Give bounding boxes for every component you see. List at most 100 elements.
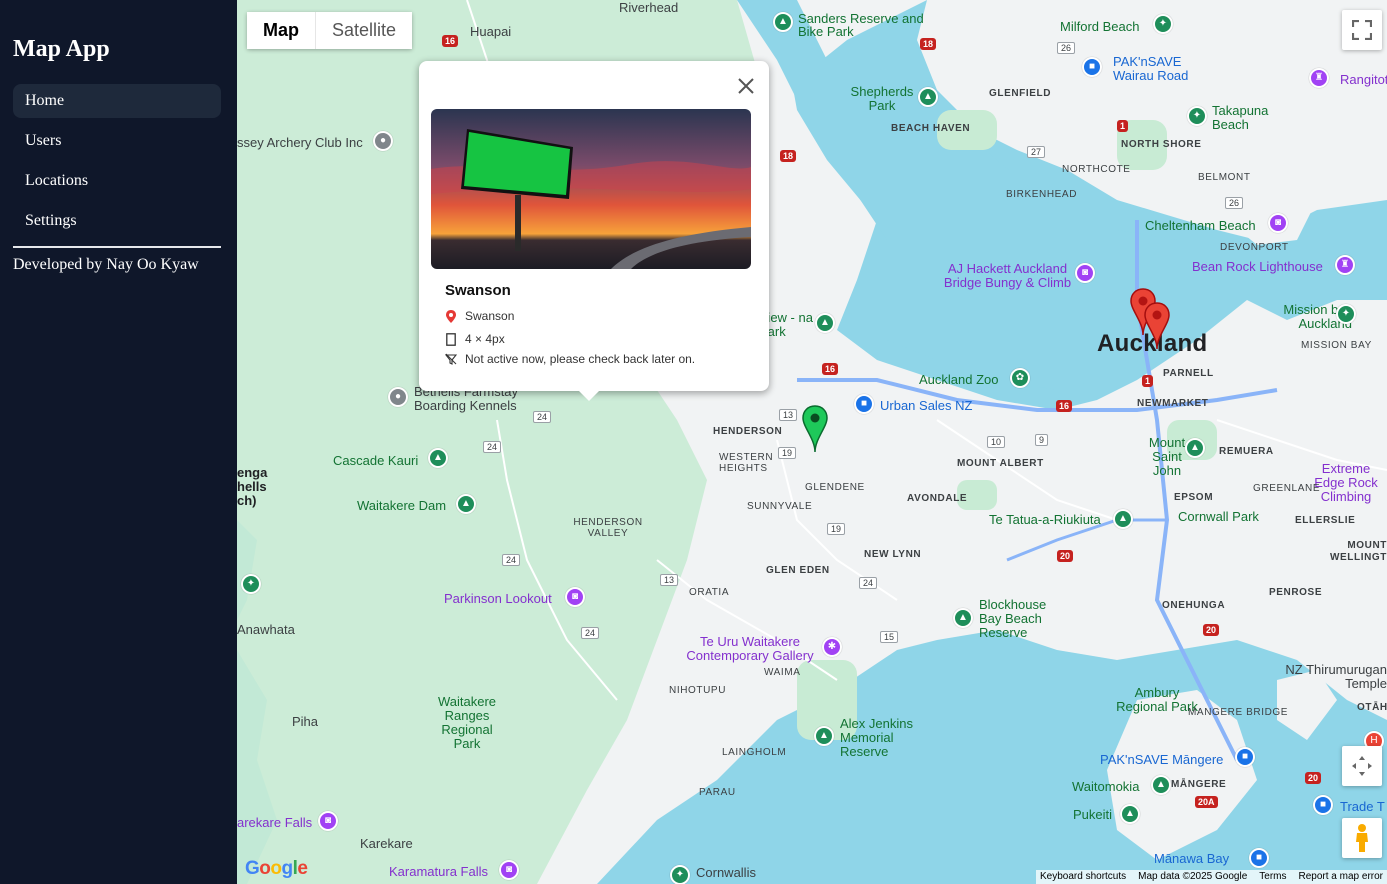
route-shield: 20 xyxy=(1057,550,1074,562)
camera-icon[interactable]: ◙ xyxy=(1075,263,1095,283)
nav-item-users[interactable]: Users xyxy=(13,124,221,158)
label-waima: WAIMA xyxy=(764,667,801,678)
label-rangitoto: Rangitot xyxy=(1340,72,1387,87)
label-nihotupu: NIHOTUPU xyxy=(669,685,727,696)
beach-icon[interactable]: ✦ xyxy=(670,865,690,884)
label-avondale: AVONDALE xyxy=(907,493,968,504)
location-marker-active[interactable] xyxy=(802,405,828,453)
sidebar-divider xyxy=(13,246,221,248)
label-shepherds: Shepherds Park xyxy=(850,84,914,113)
google-logo[interactable]: Google xyxy=(245,858,308,880)
location-marker[interactable] xyxy=(1144,302,1170,350)
map-canvas[interactable]: Riverhead Huapai Sanders Reserve and Bik… xyxy=(237,0,1387,884)
shopping-icon[interactable]: ■ xyxy=(854,394,874,414)
label-birkenhead: BIRKENHEAD xyxy=(1006,189,1078,200)
route-number: 19 xyxy=(778,447,797,459)
location-pin-icon xyxy=(445,309,457,323)
keyboard-shortcuts-link[interactable]: Keyboard shortcuts xyxy=(1040,871,1126,883)
label-enga: enga hells ch) xyxy=(237,465,268,508)
park-icon[interactable]: ▲ xyxy=(953,608,973,628)
camera-icon[interactable]: ◙ xyxy=(1268,213,1288,233)
shopping-icon[interactable]: ■ xyxy=(1082,57,1102,77)
route-number: 13 xyxy=(779,409,798,421)
route-shield: 1 xyxy=(1117,120,1129,132)
info-size: 4 × 4px xyxy=(465,332,505,346)
park-icon[interactable]: ▲ xyxy=(1185,438,1205,458)
place-icon[interactable]: ● xyxy=(373,131,393,151)
street-view-button[interactable] xyxy=(1342,818,1382,858)
info-size-row: 4 × 4px xyxy=(445,332,505,346)
label-pukeiti: Pukeiti xyxy=(1073,807,1113,822)
label-urban-sales: Urban Sales NZ xyxy=(880,398,973,413)
beach-icon[interactable]: ✦ xyxy=(1336,304,1356,324)
camera-icon[interactable]: ◙ xyxy=(499,860,519,880)
route-number: 24 xyxy=(533,411,552,423)
label-cornwall: Cornwall Park xyxy=(1178,509,1259,524)
landmark-icon[interactable]: ♜ xyxy=(1335,255,1355,275)
nav-item-settings[interactable]: Settings xyxy=(13,204,221,238)
label-penrose: PENROSE xyxy=(1269,587,1323,598)
map-type-map-button[interactable]: Map xyxy=(247,12,315,49)
label-mangere-bridge: MANGERE BRIDGE xyxy=(1188,707,1289,718)
info-status: Not active now, please check back later … xyxy=(465,352,696,366)
label-anawhata: Anawhata xyxy=(237,622,295,637)
billboard-photo xyxy=(431,109,751,269)
route-number: 24 xyxy=(859,577,878,589)
developer-credit: Developed by Nay Oo Kyaw xyxy=(13,256,199,273)
label-paknsave-mangere: PAK'nSAVE Māngere xyxy=(1100,752,1224,767)
label-ellerslie: ELLERSLIE xyxy=(1295,515,1356,526)
label-oratia: ORATIA xyxy=(689,587,730,598)
beach-icon[interactable]: ✦ xyxy=(241,574,261,594)
shopping-icon[interactable]: ■ xyxy=(1313,795,1333,815)
park-icon[interactable]: ▲ xyxy=(1151,775,1171,795)
gallery-icon[interactable]: ✱ xyxy=(822,637,842,657)
camera-control-button[interactable] xyxy=(1342,746,1382,786)
label-north-shore: NORTH SHORE xyxy=(1121,139,1202,150)
park-icon[interactable]: ▲ xyxy=(1113,509,1133,529)
label-epsom: EPSOM xyxy=(1174,492,1214,503)
label-takapuna: Takapuna Beach xyxy=(1212,103,1269,132)
nav-item-home[interactable]: Home xyxy=(13,84,221,118)
info-location: Swanson xyxy=(465,309,515,323)
label-glen-eden: GLEN EDEN xyxy=(766,565,830,576)
inactive-icon xyxy=(445,352,457,366)
map-attribution: Keyboard shortcuts Map data ©2025 Google… xyxy=(1035,870,1387,884)
park-icon[interactable]: ▲ xyxy=(1120,804,1140,824)
park-icon[interactable]: ▲ xyxy=(815,313,835,333)
map-type-control: Map Satellite xyxy=(247,12,413,49)
label-waitomokia: Waitomokia xyxy=(1072,779,1140,794)
route-number: 10 xyxy=(987,436,1006,448)
label-waitakere-ranges: Waitakere Ranges Regional Park xyxy=(437,694,497,751)
shopping-icon[interactable]: ■ xyxy=(1235,747,1255,767)
beach-icon[interactable]: ✦ xyxy=(1187,106,1207,126)
park-icon[interactable]: ▲ xyxy=(918,87,938,107)
park-icon[interactable]: ✦ xyxy=(1153,14,1173,34)
label-karamatura: Karamatura Falls xyxy=(389,864,488,879)
label-parnell: PARNELL xyxy=(1163,368,1214,379)
label-henderson: HENDERSON xyxy=(713,426,783,437)
map-type-satellite-button[interactable]: Satellite xyxy=(316,12,413,49)
label-henderson-valley: HENDERSON VALLEY xyxy=(573,517,643,539)
terms-link[interactable]: Terms xyxy=(1259,871,1286,883)
close-icon[interactable] xyxy=(733,73,759,99)
shopping-icon[interactable]: ■ xyxy=(1249,848,1269,868)
park-icon[interactable]: ▲ xyxy=(456,494,476,514)
label-waitakere-dam: Waitakere Dam xyxy=(357,498,447,513)
label-milford: Milford Beach xyxy=(1060,19,1140,34)
camera-icon[interactable]: ◙ xyxy=(565,587,585,607)
label-laingholm: LAINGHOLM xyxy=(722,747,787,758)
landmark-icon[interactable]: ♜ xyxy=(1309,68,1329,88)
camera-icon[interactable]: ◙ xyxy=(318,811,338,831)
camera-control-icon xyxy=(1352,756,1372,776)
park-icon[interactable]: ▲ xyxy=(428,448,448,468)
park-icon[interactable]: ▲ xyxy=(814,726,834,746)
route-number: 19 xyxy=(827,523,846,535)
route-number: 15 xyxy=(880,631,899,643)
place-icon[interactable]: ● xyxy=(388,387,408,407)
park-icon[interactable]: ▲ xyxy=(773,12,793,32)
label-beach-haven: BEACH HAVEN xyxy=(891,123,971,134)
report-error-link[interactable]: Report a map error xyxy=(1299,871,1383,883)
nav-item-locations[interactable]: Locations xyxy=(13,164,221,198)
fullscreen-button[interactable] xyxy=(1342,10,1382,50)
zoo-icon[interactable]: ✿ xyxy=(1010,368,1030,388)
